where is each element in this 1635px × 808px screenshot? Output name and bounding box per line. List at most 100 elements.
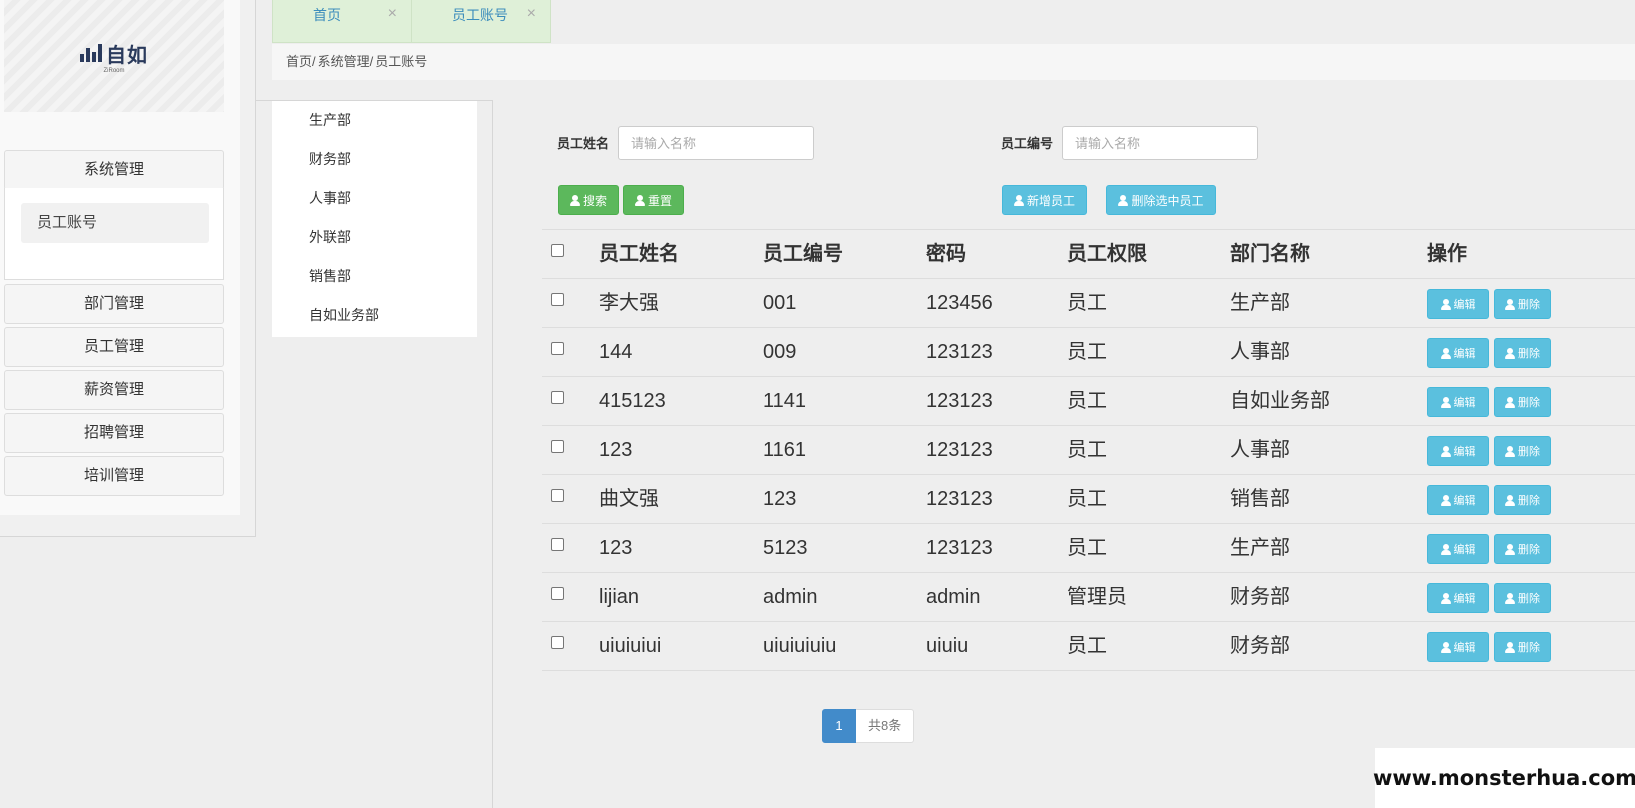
row-checkbox[interactable]: [551, 538, 564, 551]
delete-label: 删除: [1518, 348, 1540, 360]
menu-group-department[interactable]: 部门管理: [4, 284, 224, 324]
search-button[interactable]: 搜索: [558, 185, 619, 215]
employee-no-input[interactable]: [1062, 126, 1258, 160]
close-icon[interactable]: ×: [527, 0, 536, 28]
delete-label: 删除: [1518, 397, 1540, 409]
cell-no: admin: [763, 586, 818, 608]
edit-button[interactable]: 编辑: [1427, 387, 1489, 417]
delete-selected-button[interactable]: 删除选中员工: [1106, 185, 1216, 215]
submenu-item-employee-account[interactable]: 员工账号: [21, 203, 209, 243]
menu-group-system[interactable]: 系统管理: [4, 150, 224, 190]
delete-button[interactable]: 删除: [1494, 387, 1551, 417]
delete-button[interactable]: 删除: [1494, 338, 1551, 368]
column-header-actions: 操作: [1427, 243, 1467, 265]
delete-button[interactable]: 删除: [1494, 583, 1551, 613]
add-employee-label: 新增员工: [1026, 193, 1075, 208]
tab-home[interactable]: 首页 ×: [272, 0, 412, 43]
row-checkbox[interactable]: [551, 489, 564, 502]
row-checkbox[interactable]: [551, 587, 564, 600]
delete-label: 删除: [1518, 544, 1540, 556]
cell-role: 员工: [1067, 635, 1107, 657]
edit-button[interactable]: 编辑: [1427, 436, 1489, 466]
cell-dept: 销售部: [1230, 488, 1290, 510]
cell-role: 员工: [1067, 292, 1107, 314]
row-checkbox[interactable]: [551, 636, 564, 649]
row-checkbox[interactable]: [551, 440, 564, 453]
cell-no: 1141: [763, 390, 807, 412]
menu-group-recruit[interactable]: 招聘管理: [4, 413, 224, 453]
department-item[interactable]: 自如业务部: [272, 296, 477, 335]
table-row: 144 009 123123 员工 人事部 编辑 删除: [542, 328, 1635, 377]
page-button-current[interactable]: 1: [822, 709, 856, 743]
employee-no-label: 员工编号: [1001, 136, 1054, 151]
cell-password: admin: [926, 586, 981, 608]
edit-button[interactable]: 编辑: [1427, 632, 1489, 662]
menu-group-salary[interactable]: 薪资管理: [4, 370, 224, 410]
logo: 自如 ZiRoom: [80, 39, 148, 74]
user-icon: [1505, 543, 1515, 555]
cell-password: 123123: [926, 537, 993, 559]
cell-no: 5123: [763, 537, 808, 559]
pagination: 1 共8条: [822, 709, 915, 743]
cell-role: 员工: [1067, 439, 1107, 461]
edit-button[interactable]: 编辑: [1427, 338, 1489, 368]
cell-role: 员工: [1067, 537, 1107, 559]
delete-button[interactable]: 删除: [1494, 436, 1551, 466]
tab-label: 首页: [313, 7, 341, 23]
menu-group-label: 部门管理: [83, 295, 144, 312]
edit-label: 编辑: [1453, 397, 1476, 409]
table-row: 李大强 001 123456 员工 生产部 编辑 删除: [542, 279, 1635, 328]
department-item[interactable]: 销售部: [272, 257, 477, 296]
table-row: lijian admin admin 管理员 财务部 编辑 删除: [542, 573, 1635, 622]
edit-button[interactable]: 编辑: [1427, 485, 1489, 515]
cell-dept: 生产部: [1230, 537, 1290, 559]
delete-button[interactable]: 删除: [1494, 485, 1551, 515]
breadcrumb-item[interactable]: 首页/: [286, 54, 316, 69]
delete-button[interactable]: 删除: [1494, 534, 1551, 564]
row-checkbox[interactable]: [551, 293, 564, 306]
add-employee-button[interactable]: 新增员工: [1002, 185, 1087, 215]
delete-button[interactable]: 删除: [1494, 632, 1551, 662]
user-icon: [1440, 298, 1451, 310]
edit-label: 编辑: [1453, 593, 1476, 605]
edit-button[interactable]: 编辑: [1427, 583, 1489, 613]
department-item[interactable]: 人事部: [272, 179, 477, 218]
cell-role: 管理员: [1067, 586, 1127, 608]
delete-label: 删除: [1518, 593, 1540, 605]
user-icon: [1440, 543, 1451, 555]
watermark: www.monsterhua.com: [1373, 748, 1635, 808]
reset-button[interactable]: 重置: [623, 185, 684, 215]
edit-button[interactable]: 编辑: [1427, 289, 1489, 319]
user-icon: [1440, 641, 1451, 653]
cell-name: 李大强: [599, 292, 659, 314]
cell-no: uiuiuiuiu: [763, 635, 837, 657]
cell-password: 123123: [926, 390, 993, 412]
edit-label: 编辑: [1453, 495, 1476, 507]
tab-employee-account[interactable]: 员工账号 ×: [411, 0, 551, 43]
breadcrumb-item[interactable]: 系统管理/: [318, 54, 374, 69]
department-item[interactable]: 生产部: [272, 101, 477, 140]
cell-password: 123123: [926, 488, 993, 510]
user-icon: [634, 194, 645, 206]
select-all-checkbox[interactable]: [551, 244, 564, 257]
user-icon: [1440, 396, 1451, 408]
delete-button[interactable]: 删除: [1494, 289, 1551, 319]
department-item[interactable]: 外联部: [272, 218, 477, 257]
menu-group-label: 系统管理: [83, 161, 144, 178]
cell-dept: 人事部: [1230, 439, 1290, 461]
employee-table: 员工姓名 员工编号 密码 员工权限 部门名称 操作 李大强 001 123456 员工…: [542, 229, 1635, 671]
table-row: 415123 1141 123123 员工 自如业务部 编辑 删除: [542, 377, 1635, 426]
menu-group-training[interactable]: 培训管理: [4, 456, 224, 496]
close-icon[interactable]: ×: [388, 0, 397, 28]
row-checkbox[interactable]: [551, 342, 564, 355]
table-row: 123 5123 123123 员工 生产部 编辑 删除: [542, 524, 1635, 573]
cell-password: uiuiu: [926, 635, 969, 657]
cell-name: 曲文强: [599, 488, 659, 510]
edit-button[interactable]: 编辑: [1427, 534, 1489, 564]
department-item[interactable]: 财务部: [272, 140, 477, 179]
table-row: 123 1161 123123 员工 人事部 编辑 删除: [542, 426, 1635, 475]
cell-dept: 自如业务部: [1230, 390, 1330, 412]
row-checkbox[interactable]: [551, 391, 564, 404]
menu-group-employee[interactable]: 员工管理: [4, 327, 224, 367]
employee-name-input[interactable]: [618, 126, 814, 160]
